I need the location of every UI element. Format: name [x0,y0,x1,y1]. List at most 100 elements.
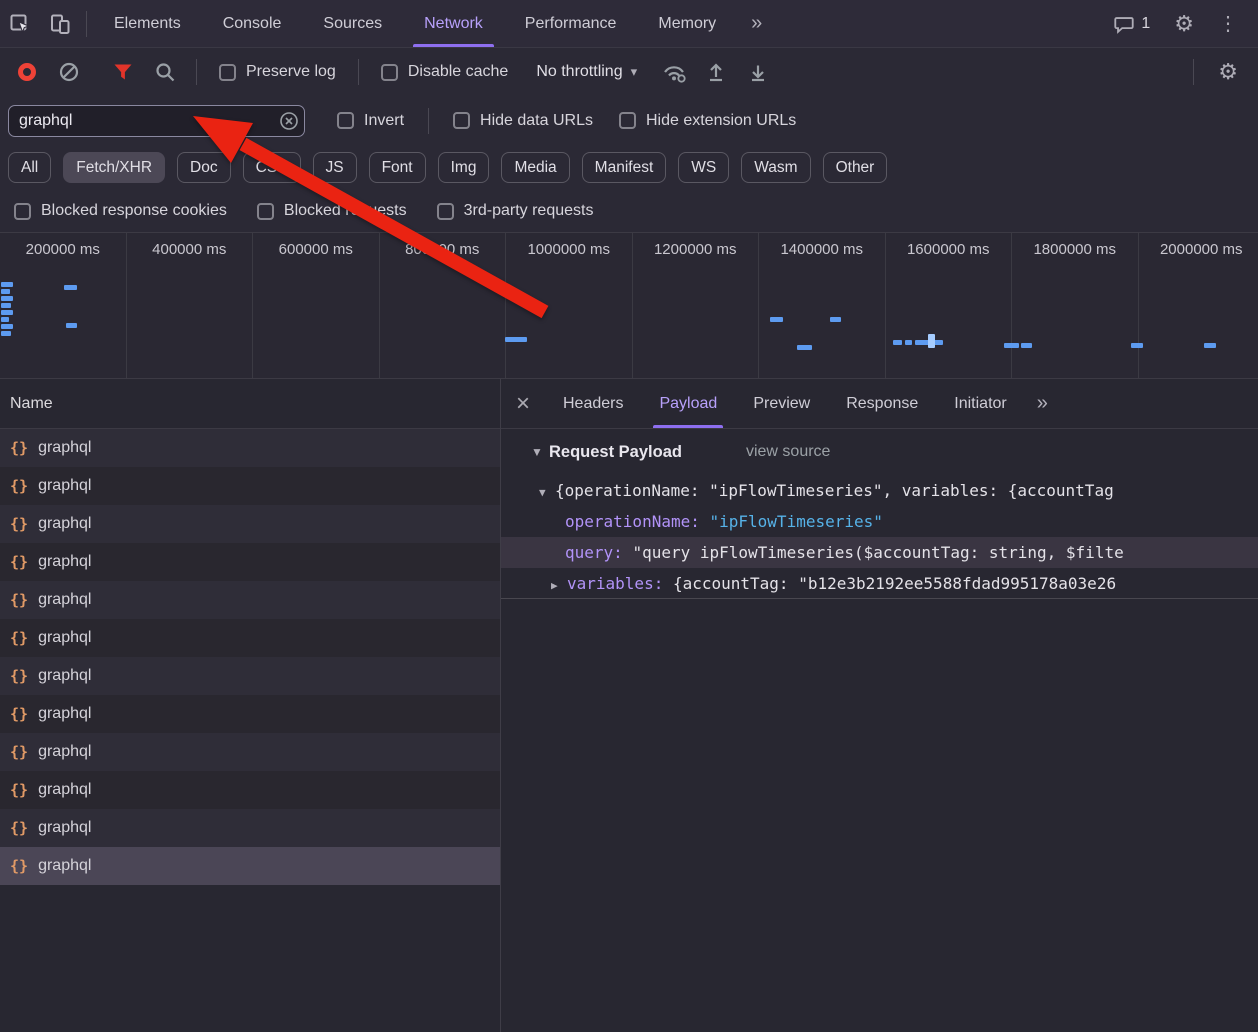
console-messages-button[interactable]: 1 [1103,13,1160,35]
clear-filter-button[interactable] [280,112,298,130]
kebab-menu-icon[interactable]: ⋮ [1208,11,1248,36]
network-settings-gear-icon[interactable]: ⚙ [1208,59,1248,85]
tab-initiator[interactable]: Initiator [936,379,1024,428]
chip-img[interactable]: Img [438,152,490,183]
blocked-response-cookies-checkbox[interactable]: Blocked response cookies [6,202,235,220]
third-party-requests-label: 3rd-party requests [464,202,594,220]
hide-extension-urls-checkbox[interactable]: Hide extension URLs [611,112,804,130]
record-button[interactable] [10,55,44,89]
request-row[interactable]: {}graphql [0,543,500,581]
request-row[interactable]: {}graphql [0,429,500,467]
request-row[interactable]: {} graphql [0,657,500,695]
tab-elements[interactable]: Elements [93,0,202,47]
chip-js[interactable]: JS [313,152,357,183]
clear-network-log-button[interactable] [52,55,86,89]
tab-label: Payload [659,395,717,413]
chat-bubble-icon [1113,13,1135,35]
fetch-icon: {} [10,667,28,685]
settings-gear-icon[interactable]: ⚙ [1164,11,1204,37]
chip-manifest[interactable]: Manifest [582,152,667,183]
filter-toggle-button[interactable] [106,55,140,89]
tab-response[interactable]: Response [828,379,936,428]
chip-media[interactable]: Media [501,152,569,183]
chevron-down-icon: ▾ [631,64,638,80]
network-conditions-button[interactable] [657,55,691,89]
request-row[interactable]: {}graphql [0,809,500,847]
export-har-button[interactable] [741,55,775,89]
tab-label: Console [223,15,282,33]
invert-label: Invert [364,112,404,130]
third-party-requests-checkbox[interactable]: 3rd-party requests [429,202,602,220]
request-row[interactable]: {}graphql [0,505,500,543]
request-row[interactable]: {}graphql [0,467,500,505]
tab-sources[interactable]: Sources [302,0,403,47]
tab-headers[interactable]: Headers [545,379,641,428]
request-name: graphql [38,781,91,799]
tab-performance[interactable]: Performance [504,0,638,47]
tab-payload[interactable]: Payload [641,379,735,428]
waterfall-bar [1,331,11,336]
upload-icon [705,61,727,83]
search-button[interactable] [148,55,182,89]
chip-doc[interactable]: Doc [177,152,231,183]
request-list: {}graphql {}graphql {}graphql {}graphql … [0,429,500,885]
name-column-header[interactable]: Name [0,379,500,429]
payload-variables-row[interactable]: ▶variables: {accountTag: "b12e3b2192ee55… [501,568,1258,599]
chip-all[interactable]: All [8,152,51,183]
disable-cache-checkbox[interactable]: Disable cache [373,63,517,81]
record-icon [18,63,36,81]
request-row[interactable]: {}graphql [0,771,500,809]
tab-console[interactable]: Console [202,0,303,47]
chip-other[interactable]: Other [823,152,888,183]
chip-ws[interactable]: WS [678,152,729,183]
more-detail-tabs-chevron-icon[interactable]: » [1025,379,1060,428]
devtools-window: Elements Console Sources Network Perform… [0,0,1258,1032]
blocked-response-cookies-label: Blocked response cookies [41,202,227,220]
request-row-selected[interactable]: {}graphql [0,847,500,885]
waterfall-bar [1,310,13,315]
payload-summary-row[interactable]: ▼{operationName: "ipFlowTimeseries", var… [501,475,1258,506]
tab-memory[interactable]: Memory [637,0,737,47]
import-har-button[interactable] [699,55,733,89]
view-source-link[interactable]: view source [746,443,830,461]
network-options-row: Blocked response cookies Blocked request… [0,190,1258,232]
request-row[interactable]: {}graphql [0,619,500,657]
hide-data-urls-checkbox[interactable]: Hide data URLs [445,112,601,130]
waterfall-bar [1004,343,1019,348]
fetch-icon: {} [10,705,28,723]
request-row[interactable]: {}graphql [0,695,500,733]
close-icon: × [516,390,530,418]
inspect-element-icon[interactable] [0,0,40,47]
waterfall-bars [0,233,1258,378]
chip-fetch-xhr[interactable]: Fetch/XHR [63,152,165,183]
tab-preview[interactable]: Preview [735,379,828,428]
network-filter-row: Invert Hide data URLs Hide extension URL… [0,96,1258,145]
triangle-down-icon: ▼ [531,445,549,459]
blocked-requests-checkbox[interactable]: Blocked requests [249,202,415,220]
request-row[interactable]: {}graphql [0,581,500,619]
payload-query-row[interactable]: query: "query ipFlowTimeseries($accountT… [501,537,1258,568]
request-name: graphql [38,667,91,685]
network-main-split: Name {}graphql {}graphql {}graphql {}gra… [0,379,1258,1032]
filter-input[interactable] [8,105,305,137]
device-toolbar-icon[interactable] [40,0,80,47]
waterfall-bar [797,345,812,350]
throttling-dropdown[interactable]: No throttling ▾ [524,63,649,81]
network-overview-timeline[interactable]: 200000 ms 400000 ms 600000 ms 800000 ms … [0,232,1258,379]
tab-label: Network [424,15,483,33]
invert-checkbox[interactable]: Invert [329,112,412,130]
chip-font[interactable]: Font [369,152,426,183]
preserve-log-checkbox[interactable]: Preserve log [211,63,344,81]
close-details-button[interactable]: × [501,379,545,428]
fetch-icon: {} [10,553,28,571]
fetch-icon: {} [10,629,28,647]
payload-operation-row[interactable]: operationName: "ipFlowTimeseries" [501,506,1258,537]
request-payload-section-header[interactable]: ▼ Request Payload view source [501,429,1258,475]
hide-extension-urls-label: Hide extension URLs [646,112,796,130]
request-name: graphql [38,591,91,609]
more-tabs-chevron-icon[interactable]: » [737,0,776,47]
chip-wasm[interactable]: Wasm [741,152,810,183]
request-row[interactable]: {}graphql [0,733,500,771]
chip-css[interactable]: CSS [243,152,301,183]
tab-network[interactable]: Network [403,0,504,47]
